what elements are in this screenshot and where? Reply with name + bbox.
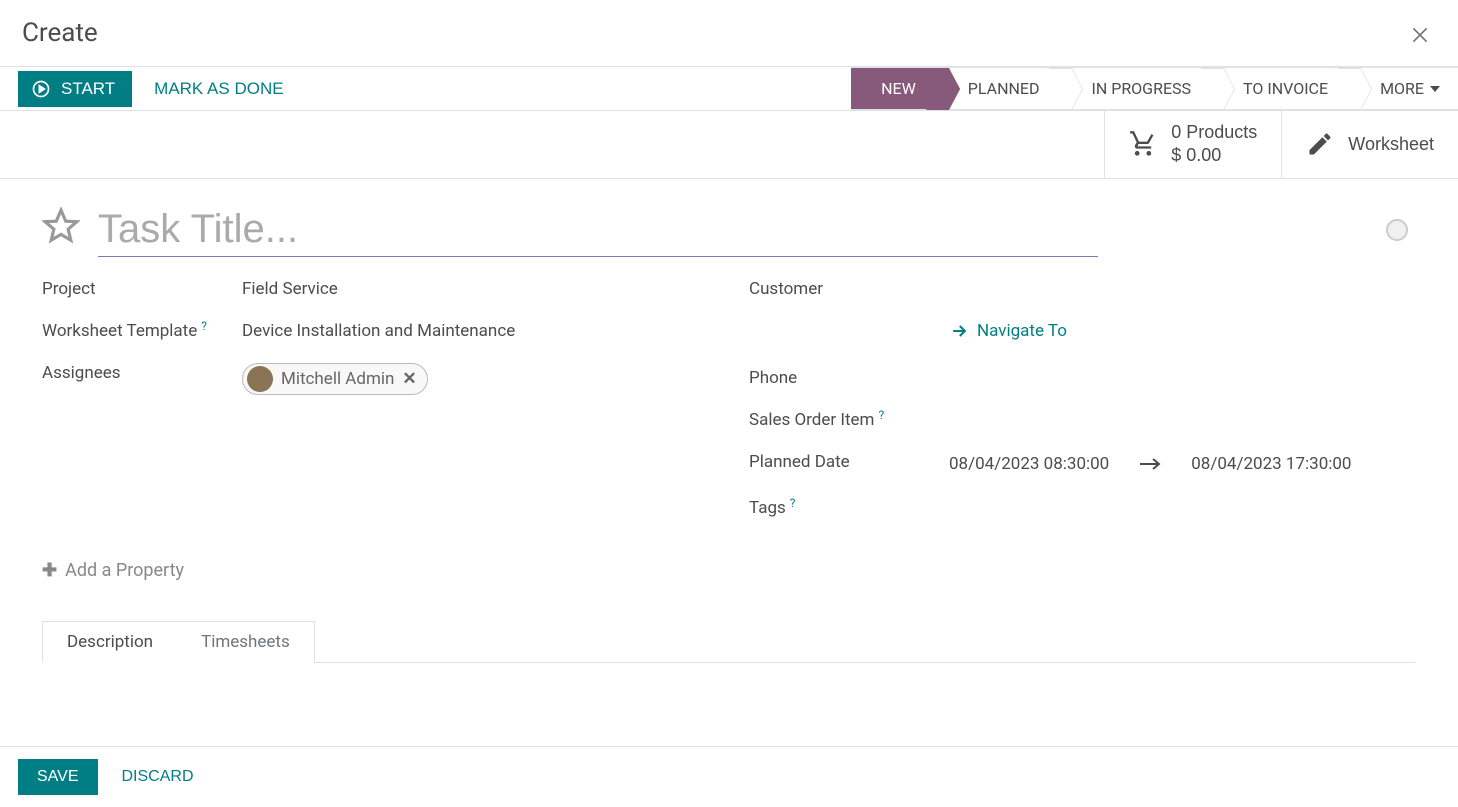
worksheet-template-label: Worksheet Template bbox=[42, 321, 197, 341]
tags-label: Tags bbox=[749, 498, 786, 518]
avatar-icon bbox=[247, 366, 273, 392]
play-circle-icon bbox=[31, 79, 51, 99]
task-title-input[interactable] bbox=[98, 203, 1098, 257]
navigate-to-label: Navigate To bbox=[977, 321, 1067, 341]
arrow-right-long-icon bbox=[1139, 452, 1161, 476]
close-button[interactable] bbox=[1404, 19, 1436, 47]
modal-header: Create bbox=[0, 0, 1458, 67]
tab-timesheets[interactable]: Timesheets bbox=[177, 621, 315, 663]
assignees-label: Assignees bbox=[42, 363, 242, 383]
project-value[interactable]: Field Service bbox=[242, 279, 709, 299]
stage-new[interactable]: NEW bbox=[851, 67, 938, 110]
navigate-to-link[interactable]: Navigate To bbox=[949, 321, 1067, 341]
priority-star-toggle[interactable] bbox=[42, 207, 80, 252]
caret-down-icon bbox=[1430, 86, 1440, 92]
form-columns: Project Field Service Worksheet Template… bbox=[42, 279, 1416, 540]
start-button[interactable]: START bbox=[18, 71, 132, 107]
worksheet-label: Worksheet bbox=[1348, 134, 1434, 155]
help-icon[interactable]: ? bbox=[201, 319, 207, 333]
phone-label: Phone bbox=[749, 368, 949, 388]
arrow-right-icon bbox=[949, 321, 969, 341]
navigate-field: Navigate To bbox=[749, 321, 1416, 346]
customer-field: Customer bbox=[749, 279, 1416, 299]
mark-done-button[interactable]: MARK AS DONE bbox=[150, 72, 287, 106]
pencil-icon bbox=[1306, 130, 1334, 158]
cart-plus-icon bbox=[1129, 130, 1157, 158]
kanban-state-toggle[interactable] bbox=[1386, 219, 1408, 241]
sales-order-item-label: Sales Order Item bbox=[749, 410, 874, 430]
add-property-button[interactable]: ✚ Add a Property bbox=[42, 560, 184, 581]
project-label: Project bbox=[42, 279, 242, 299]
help-icon[interactable]: ? bbox=[878, 408, 884, 422]
discard-button[interactable]: DISCARD bbox=[118, 759, 198, 795]
modal-footer: SAVE DISCARD bbox=[0, 746, 1458, 807]
save-button[interactable]: SAVE bbox=[18, 759, 98, 795]
products-amount-label: $ 0.00 bbox=[1171, 144, 1221, 167]
stage-more-label: MORE bbox=[1380, 79, 1424, 98]
stage-in-progress[interactable]: IN PROGRESS bbox=[1061, 67, 1213, 110]
phone-field: Phone bbox=[749, 368, 1416, 388]
add-property-label: Add a Property bbox=[65, 560, 184, 581]
assignees-value[interactable]: Mitchell Admin ✕ bbox=[242, 363, 709, 397]
start-button-label: START bbox=[61, 79, 115, 99]
worksheet-template-value[interactable]: Device Installation and Maintenance bbox=[242, 321, 709, 341]
assignee-chip: Mitchell Admin ✕ bbox=[242, 363, 428, 395]
planned-date-end[interactable]: 08/04/2023 17:30:00 bbox=[1191, 454, 1351, 474]
products-count-label: 0 Products bbox=[1171, 121, 1257, 144]
sales-order-item-field: Sales Order Item ? bbox=[749, 410, 1416, 430]
assignees-field: Assignees Mitchell Admin ✕ bbox=[42, 363, 709, 397]
help-icon[interactable]: ? bbox=[790, 496, 796, 510]
customer-label: Customer bbox=[749, 279, 949, 299]
modal-title: Create bbox=[22, 18, 98, 48]
worksheet-stat-button[interactable]: Worksheet bbox=[1281, 111, 1458, 178]
notebook-tabs: Description Timesheets bbox=[42, 621, 1416, 663]
stage-pipeline: NEW PLANNED IN PROGRESS TO INVOICE MORE bbox=[851, 67, 1458, 110]
form-sheet: Project Field Service Worksheet Template… bbox=[0, 179, 1458, 663]
worksheet-template-field: Worksheet Template ? Device Installation… bbox=[42, 321, 709, 341]
statusbar-actions: START MARK AS DONE bbox=[0, 67, 851, 110]
tab-description[interactable]: Description bbox=[42, 621, 178, 663]
planned-date-field: Planned Date 08/04/2023 08:30:00 08/04/2… bbox=[749, 452, 1416, 476]
status-bar: START MARK AS DONE NEW PLANNED IN PROGRE… bbox=[0, 67, 1458, 111]
project-field: Project Field Service bbox=[42, 279, 709, 299]
products-stat-button[interactable]: 0 Products $ 0.00 bbox=[1104, 111, 1281, 178]
planned-date-label: Planned Date bbox=[749, 452, 949, 472]
assignee-chip-text: Mitchell Admin bbox=[281, 369, 394, 389]
planned-date-start[interactable]: 08/04/2023 08:30:00 bbox=[949, 454, 1109, 474]
left-column: Project Field Service Worksheet Template… bbox=[42, 279, 709, 540]
close-icon bbox=[1410, 25, 1430, 45]
right-column: Customer Navigate To Phone Sales Ord bbox=[749, 279, 1416, 540]
star-outline-icon bbox=[42, 207, 80, 245]
title-row bbox=[42, 203, 1416, 257]
plus-icon: ✚ bbox=[42, 560, 57, 581]
chip-remove-button[interactable]: ✕ bbox=[402, 369, 416, 389]
button-box: 0 Products $ 0.00 Worksheet bbox=[0, 111, 1458, 179]
tags-field: Tags ? bbox=[749, 498, 1416, 518]
